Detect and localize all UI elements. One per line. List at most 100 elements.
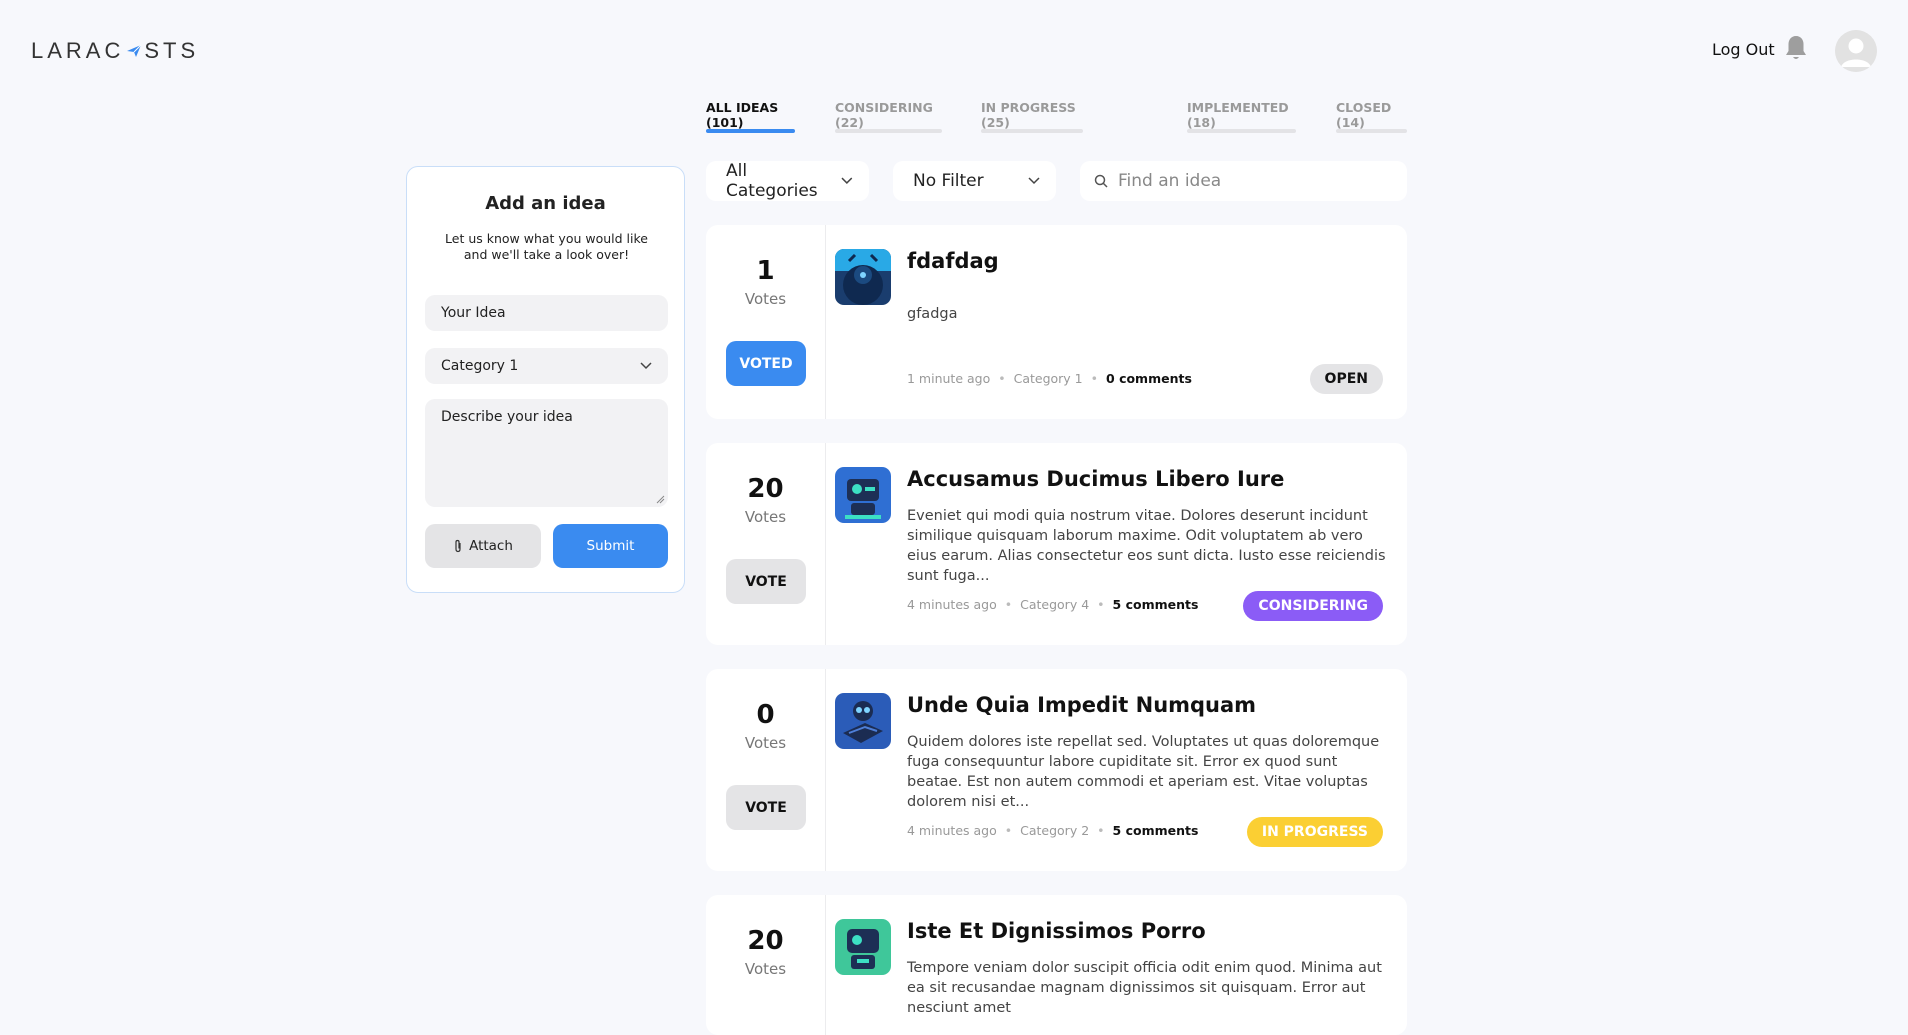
logout-link[interactable]: Log Out (1712, 40, 1775, 59)
tab-underline (835, 129, 942, 133)
idea-comments-link[interactable]: 0 comments (1106, 371, 1192, 386)
tab-underline (1187, 129, 1296, 133)
idea-title[interactable]: fdafdag (907, 249, 999, 273)
idea-description: Tempore veniam dolor suscipit officia od… (907, 960, 1382, 1016)
idea-meta: 4 minutes ago • Category 4 • 5 comments (907, 597, 1198, 612)
votes-label: Votes (744, 960, 787, 978)
vote-count: 0 (756, 700, 775, 730)
paperclip-icon (455, 539, 461, 553)
vote-count: 20 (747, 926, 784, 956)
vote-column: 1 Votes VOTED (706, 225, 826, 419)
category-select-value: Category 1 (441, 358, 519, 374)
status-badge: OPEN (1309, 364, 1383, 394)
voted-button[interactable]: VOTED (726, 341, 806, 386)
idea-time: 4 minutes ago (907, 597, 997, 612)
idea-title-input[interactable]: Your Idea (425, 295, 668, 331)
search-input[interactable]: Find an idea (1080, 161, 1407, 201)
resize-handle-icon[interactable] (655, 494, 665, 504)
tab-underline (981, 129, 1083, 133)
tab-all-ideas[interactable]: ALL IDEAS (101) (706, 100, 795, 133)
vote-column: 0 Votes VOTE (706, 669, 826, 871)
idea-comments-link[interactable]: 5 comments (1113, 823, 1199, 838)
top-header: LARAC STS Log Out (0, 0, 1908, 100)
separator-dot: • (1090, 371, 1099, 386)
idea-card[interactable]: 1 Votes VOTED fdafdag gfadga 1 minute ag… (706, 225, 1407, 419)
tab-underline (1336, 129, 1407, 133)
user-avatar-thumbnail[interactable] (835, 467, 891, 523)
user-avatar-thumbnail[interactable] (835, 919, 891, 975)
vote-button[interactable]: VOTE (726, 559, 806, 604)
idea-category: Category 4 (1020, 597, 1090, 612)
description-textarea[interactable]: Describe your idea (425, 399, 668, 507)
search-icon (1094, 174, 1108, 188)
votes-label: Votes (744, 508, 787, 526)
tab-implemented[interactable]: IMPLEMENTED (18) (1187, 100, 1296, 133)
description-placeholder: Describe your idea (441, 409, 573, 425)
votes-label: Votes (744, 290, 787, 308)
idea-card[interactable]: 20 Votes Iste Et Dignissimos Porro Tempo… (706, 895, 1407, 1035)
idea-title[interactable]: Accusamus Ducimus Libero Iure (907, 467, 1284, 491)
category-filter[interactable]: All Categories (706, 161, 869, 201)
tab-in-progress[interactable]: IN PROGRESS (25) (981, 100, 1083, 133)
user-avatar-thumbnail[interactable] (835, 693, 891, 749)
vote-button[interactable]: VOTE (726, 785, 806, 830)
idea-description: Quidem dolores iste repellat sed. Volupt… (907, 734, 1380, 810)
idea-category: Category 1 (1013, 371, 1083, 386)
tab-underline (706, 129, 795, 133)
add-idea-title: Add an idea (485, 193, 606, 214)
idea-title[interactable]: Iste Et Dignissimos Porro (907, 919, 1206, 943)
plane-icon (127, 44, 142, 57)
idea-meta: 1 minute ago • Category 1 • 0 comments (907, 371, 1192, 386)
idea-time: 4 minutes ago (907, 823, 997, 838)
add-idea-panel: Add an idea Let us know what you would l… (406, 166, 685, 593)
idea-category: Category 2 (1020, 823, 1090, 838)
idea-title-placeholder: Your Idea (441, 305, 506, 321)
logo-text-start: LARAC (31, 38, 125, 63)
laracasts-logo[interactable]: LARAC STS (31, 38, 199, 64)
idea-time: 1 minute ago (907, 371, 991, 386)
idea-meta: 4 minutes ago • Category 2 • 5 comments (907, 823, 1198, 838)
separator-dot: • (1004, 823, 1013, 838)
logo-text-end: STS (144, 38, 200, 63)
category-select[interactable]: Category 1 (425, 348, 668, 384)
search-placeholder: Find an idea (1118, 171, 1222, 191)
tab-label: CONSIDERING (22) (835, 100, 933, 130)
separator-dot: • (998, 371, 1006, 386)
vote-column: 20 Votes (706, 895, 826, 1035)
avatar-icon (1835, 30, 1877, 72)
category-filter-value: All Categories (726, 161, 818, 201)
separator-dot: • (1097, 597, 1105, 612)
idea-title[interactable]: Unde Quia Impedit Numquam (907, 693, 1256, 717)
vote-count: 20 (747, 474, 784, 504)
idea-card[interactable]: 0 Votes VOTE Unde Quia Impedit Numquam Q… (706, 669, 1407, 871)
chevron-down-icon (640, 362, 652, 370)
idea-comments-link[interactable]: 5 comments (1113, 597, 1199, 612)
attach-button[interactable]: Attach (425, 524, 541, 568)
tab-closed[interactable]: CLOSED (14) (1336, 100, 1407, 133)
tab-label: ALL IDEAS (101) (706, 100, 779, 130)
separator-dot: • (1004, 597, 1013, 612)
chevron-down-icon (841, 177, 853, 184)
status-badge: IN PROGRESS (1246, 817, 1383, 847)
vote-column: 20 Votes VOTE (706, 443, 826, 645)
submit-button[interactable]: Submit (553, 524, 668, 568)
tab-considering[interactable]: CONSIDERING (22) (835, 100, 942, 133)
avatar[interactable] (1835, 30, 1877, 72)
tab-label: IMPLEMENTED (18) (1187, 100, 1289, 130)
chevron-down-icon (1028, 177, 1040, 185)
other-filter-value: No Filter (913, 171, 984, 191)
idea-description: Eveniet qui modi quia nostrum vitae. Dol… (907, 508, 1386, 584)
idea-card[interactable]: 20 Votes VOTE Accusamus Ducimus Libero I… (706, 443, 1407, 645)
vote-count: 1 (756, 256, 775, 286)
tab-label: CLOSED (14) (1336, 100, 1392, 130)
bell-icon[interactable] (1784, 34, 1808, 62)
status-badge: CONSIDERING (1243, 591, 1383, 621)
tab-label: IN PROGRESS (25) (981, 100, 1076, 130)
attach-label: Attach (469, 538, 513, 554)
separator-dot: • (1097, 823, 1105, 838)
votes-label: Votes (744, 734, 787, 752)
other-filter[interactable]: No Filter (893, 161, 1056, 201)
add-idea-subtitle: Let us know what you would like and we'l… (445, 231, 648, 262)
idea-description: gfadga (907, 306, 958, 322)
user-avatar-thumbnail[interactable] (835, 249, 891, 305)
